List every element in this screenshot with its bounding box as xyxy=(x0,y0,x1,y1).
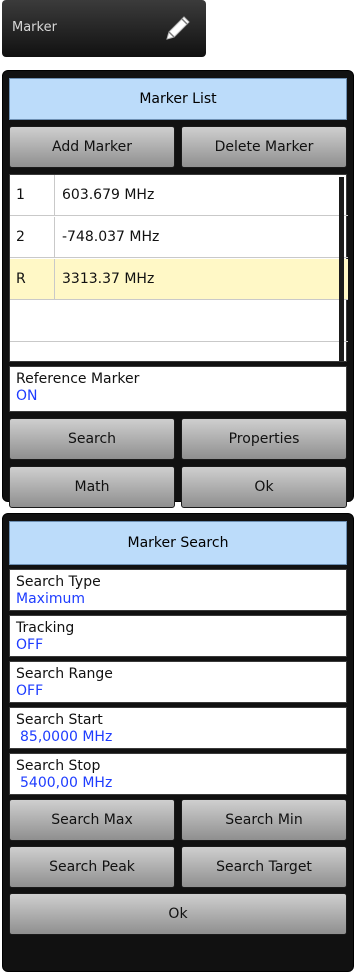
search-min-button[interactable]: Search Min xyxy=(181,799,347,841)
marker-id: R xyxy=(10,259,55,299)
marker-list-panel: Marker List Add Marker Delete Marker 1 6… xyxy=(2,70,354,508)
pencil-icon xyxy=(166,16,190,40)
delete-marker-button[interactable]: Delete Marker xyxy=(181,126,347,168)
search-type-field[interactable]: Search Type Maximum xyxy=(9,569,347,611)
field-value: OFF xyxy=(16,637,44,653)
reference-marker-field[interactable]: Reference Marker ON xyxy=(9,366,347,412)
scrollbar[interactable] xyxy=(339,177,344,361)
marker-value: -748.037 MHz xyxy=(62,229,160,245)
field-value: OFF xyxy=(16,683,44,699)
field-label: Tracking xyxy=(16,620,75,636)
search-target-button[interactable]: Search Target xyxy=(181,846,347,888)
search-button[interactable]: Search xyxy=(9,418,175,460)
marker-value: 3313.37 MHz xyxy=(62,271,155,287)
math-button[interactable]: Math xyxy=(9,466,175,508)
search-stop-field[interactable]: Search Stop 5400,00 MHz xyxy=(9,753,347,795)
marker-id xyxy=(10,301,55,341)
field-label: Search Start xyxy=(16,712,103,728)
field-value: 85,0000 MHz xyxy=(20,729,113,745)
marker-button-label: Marker xyxy=(12,20,57,35)
field-value: ON xyxy=(16,388,38,404)
field-label: Search Type xyxy=(16,574,101,590)
marker-value xyxy=(55,301,348,341)
marker-id: 2 xyxy=(10,217,55,257)
marker-list-title: Marker List xyxy=(9,78,347,120)
tracking-field[interactable]: Tracking OFF xyxy=(9,615,347,657)
properties-button[interactable]: Properties xyxy=(181,418,347,460)
marker-list: 1 603.679 MHz 2 -748.037 MHz R 3313.37 M… xyxy=(9,174,348,362)
marker-value: 603.679 MHz xyxy=(62,187,155,203)
field-label: Search Stop xyxy=(16,758,101,774)
field-label: Reference Marker xyxy=(16,371,140,387)
marker-search-panel: Marker Search Search Type Maximum Tracki… xyxy=(2,513,354,972)
marker-id: 1 xyxy=(10,175,55,215)
search-ok-button[interactable]: Ok xyxy=(9,893,347,935)
field-value: 5400,00 MHz xyxy=(20,775,113,791)
list-item-selected[interactable]: R 3313.37 MHz xyxy=(10,259,348,300)
search-range-field[interactable]: Search Range OFF xyxy=(9,661,347,703)
list-item[interactable]: 1 603.679 MHz xyxy=(10,175,348,216)
add-marker-button[interactable]: Add Marker xyxy=(9,126,175,168)
ok-button[interactable]: Ok xyxy=(181,466,347,508)
list-item[interactable] xyxy=(10,301,348,342)
field-value: Maximum xyxy=(16,591,85,607)
search-peak-button[interactable]: Search Peak xyxy=(9,846,175,888)
field-label: Search Range xyxy=(16,666,113,682)
search-start-field[interactable]: Search Start 85,0000 MHz xyxy=(9,707,347,749)
search-max-button[interactable]: Search Max xyxy=(9,799,175,841)
marker-button[interactable]: Marker xyxy=(2,0,206,57)
list-item[interactable]: 2 -748.037 MHz xyxy=(10,217,348,258)
marker-search-title: Marker Search xyxy=(9,521,347,565)
